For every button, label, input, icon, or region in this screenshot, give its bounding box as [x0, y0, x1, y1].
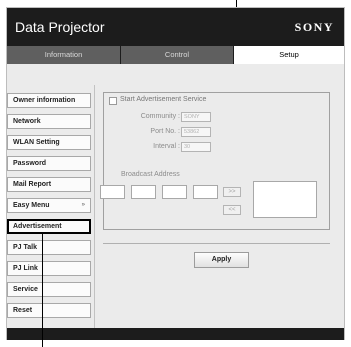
start-service-label: Start Advertisement Service [120, 96, 207, 103]
add-address-button[interactable]: >> [223, 187, 241, 197]
sidebar-item-network[interactable]: Network [7, 114, 91, 129]
sidebar-item-advertisement[interactable]: Advertisement [7, 219, 91, 234]
header-bar: Data Projector SONY [7, 8, 344, 46]
callout-line-bottom [42, 232, 43, 347]
sidebar-item-label: PJ Link [13, 265, 38, 272]
broadcast-octet-2-input[interactable] [131, 185, 156, 199]
brand-logo: SONY [294, 20, 334, 34]
chevron-right-icon: » [81, 202, 85, 208]
sidebar-item-reset[interactable]: Reset [7, 303, 91, 318]
tab-setup[interactable]: Setup [234, 46, 344, 64]
sidebar-item-label: Password [13, 160, 47, 167]
sidebar-item-label: Network [13, 118, 41, 125]
sidebar-item-wlan-setting[interactable]: WLAN Setting [7, 135, 91, 150]
sidebar-item-label: Owner information [13, 97, 76, 104]
tab-bar: Information Control Setup [7, 46, 344, 64]
interval-input[interactable]: 30 [181, 142, 211, 152]
app-title: Data Projector [15, 19, 105, 35]
community-label: Community : [140, 113, 180, 120]
interval-label: Interval : [153, 143, 180, 150]
advertisement-panel: Start Advertisement Service Community : … [100, 92, 330, 230]
broadcast-address-list[interactable] [253, 181, 317, 218]
broadcast-octet-4-input[interactable] [193, 185, 218, 199]
sidebar-item-label: WLAN Setting [13, 139, 60, 146]
sidebar-item-label: Advertisement [13, 223, 62, 230]
horizontal-divider [103, 243, 330, 244]
apply-button[interactable]: Apply [194, 252, 249, 268]
sidebar-divider [94, 85, 95, 328]
port-input[interactable]: 53862 [181, 127, 211, 137]
sidebar-item-pj-talk[interactable]: PJ Talk [7, 240, 91, 255]
sidebar-item-easy-menu[interactable]: Easy Menu » [7, 198, 91, 213]
remove-address-button[interactable]: << [223, 205, 241, 215]
port-label: Port No. : [150, 128, 180, 135]
sidebar-item-service[interactable]: Service [7, 282, 91, 297]
tab-control[interactable]: Control [121, 46, 233, 64]
footer-bar [7, 328, 344, 340]
sidebar-item-label: Easy Menu [13, 202, 50, 209]
sidebar-item-mail-report[interactable]: Mail Report [7, 177, 91, 192]
sidebar-item-label: Reset [13, 307, 33, 314]
sidebar-item-label: PJ Talk [13, 244, 37, 251]
tab-information[interactable]: Information [7, 46, 120, 64]
sidebar-item-label: Service [13, 286, 38, 293]
sidebar-item-owner-information[interactable]: Owner information [7, 93, 91, 108]
sidebar-item-label: Mail Report [13, 181, 52, 188]
community-input[interactable]: SONY [181, 112, 211, 122]
broadcast-octet-1-input[interactable] [100, 185, 125, 199]
sidebar-item-pj-link[interactable]: PJ Link [7, 261, 91, 276]
sidebar-item-password[interactable]: Password [7, 156, 91, 171]
start-service-checkbox[interactable] [109, 97, 117, 105]
broadcast-octet-3-input[interactable] [162, 185, 187, 199]
broadcast-address-label: Broadcast Address [121, 171, 180, 178]
projector-web-frame: Data Projector SONY Information Control … [6, 7, 345, 340]
